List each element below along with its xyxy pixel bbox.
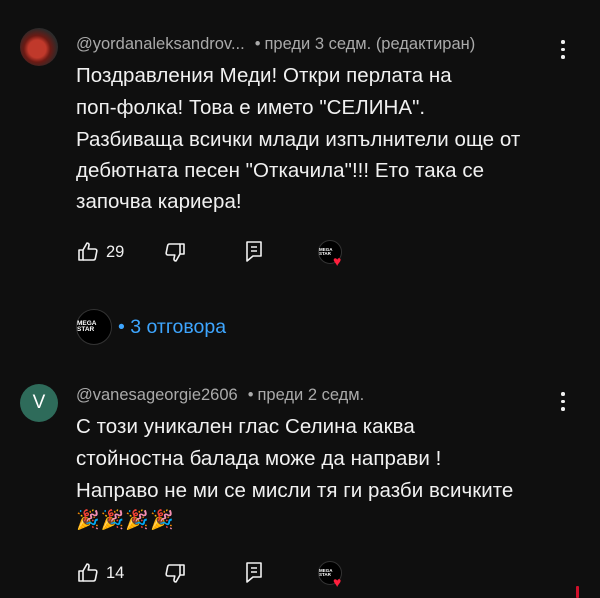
thumbs-up-icon[interactable] [76, 561, 100, 585]
comment-text-line: С този уникален глас Селина каква [76, 415, 415, 438]
more-options-button[interactable] [556, 392, 570, 414]
comment-emoji-line: 🎉🎉🎉🎉 [76, 510, 175, 531]
comment-time: преди 2 седм. [257, 386, 365, 404]
avatar-letter: V [32, 392, 46, 413]
comment-text-line: стойностна балада може да направи ! [76, 447, 442, 470]
comment-2: V @vanesageorgie2606 • преди 2 седм. С тоз… [0, 0, 600, 598]
thumbs-down-icon[interactable] [163, 561, 187, 585]
comment-meta: @vanesageorgie2606 • преди 2 седм. [76, 386, 365, 404]
reply-icon[interactable] [244, 561, 264, 585]
like-count: 14 [106, 564, 125, 582]
author-avatar[interactable]: V [20, 384, 58, 422]
author-name[interactable]: @vanesageorgie2606 [76, 386, 238, 404]
heart-icon: ♥ [333, 574, 342, 590]
partial-red-mark [576, 586, 579, 598]
comment-text-line: Направо не ми се мисли тя ги разби всичк… [76, 479, 514, 502]
